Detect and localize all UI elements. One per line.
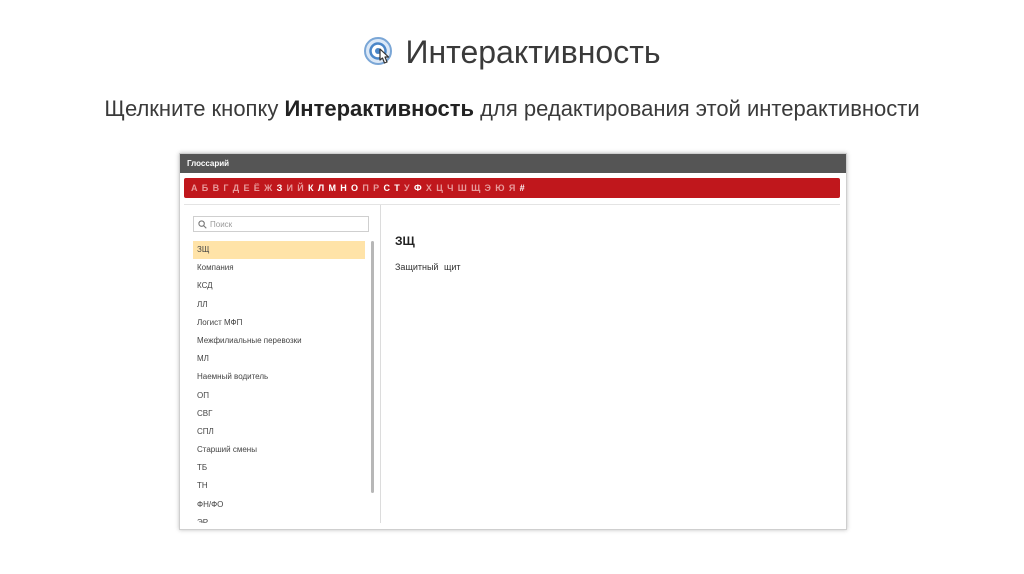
alphabet-letter: Й [297, 183, 304, 193]
term-list-item[interactable]: Старший смены [193, 441, 365, 459]
definition-pane: ЗЩ Защитный щит [381, 205, 840, 523]
term-list-item[interactable]: Компания [193, 259, 365, 277]
alphabet-letter: Ц [436, 183, 443, 193]
touch-interaction-icon [364, 36, 393, 65]
instruction-text: Щелкните кнопку Интерактивность для реда… [0, 96, 1024, 122]
alphabet-letter: Е [243, 183, 250, 193]
term-list-item[interactable]: ЭР [193, 514, 365, 523]
search-icon [198, 219, 207, 229]
instruction-after: для редактирования этой интерактивности [474, 96, 920, 121]
slide-title-text: Интерактивность [405, 34, 661, 70]
term-list-item[interactable]: КСД [193, 277, 365, 295]
term-list-item[interactable]: ТН [193, 477, 365, 495]
alphabet-letter[interactable]: Ф [414, 183, 422, 193]
definition-term: ЗЩ [395, 234, 415, 248]
term-list-item[interactable]: СВГ [193, 405, 365, 423]
alphabet-letter: А [191, 183, 198, 193]
term-list-scrollbar[interactable] [371, 241, 374, 493]
term-list-item[interactable]: СПЛ [193, 423, 365, 441]
alphabet-letter: Б [201, 183, 209, 193]
alphabet-letter[interactable]: Т [394, 183, 400, 193]
alphabet-letter: В [212, 183, 220, 193]
alphabet-letter[interactable]: М [328, 183, 336, 193]
instruction-before: Щелкните кнопку [104, 96, 285, 121]
glossary-body: ЗЩКомпанияКСДЛЛЛогист МФПМежфилиальные п… [184, 204, 840, 523]
term-list-item[interactable]: ТБ [193, 459, 365, 477]
alphabet-letter: Д [232, 183, 240, 193]
term-list-item[interactable]: ФН/ФО [193, 496, 365, 514]
alphabet-letter: Ч [447, 183, 454, 193]
search-box[interactable] [193, 216, 369, 232]
alphabet-letter: Щ [471, 183, 481, 193]
alphabet-letter[interactable]: К [308, 183, 314, 193]
alphabet-letter: И [286, 183, 293, 193]
alphabet-letter[interactable]: # [520, 183, 525, 193]
alphabet-letter: Р [373, 183, 380, 193]
term-list-item[interactable]: Наемный водитель [193, 368, 365, 386]
alphabet-letter[interactable]: Л [318, 183, 324, 193]
alphabet-letter: Ю [495, 183, 505, 193]
term-list-item[interactable]: Логист МФП [193, 314, 365, 332]
term-list-item[interactable]: ЗЩ [193, 241, 365, 260]
definition-text: Защитный щит [395, 262, 461, 272]
alphabet-letter: У [404, 183, 410, 193]
alphabet-letter[interactable]: Н [340, 183, 347, 193]
term-list-item[interactable]: ОП [193, 387, 365, 405]
term-list-item[interactable]: ЛЛ [193, 296, 365, 314]
slide-title: Интерактивность [0, 34, 1024, 71]
search-input[interactable] [210, 219, 360, 229]
alphabet-letter: Э [484, 183, 491, 193]
alphabet-letter: Ё [253, 183, 260, 193]
alphabet-letter: Х [425, 183, 432, 193]
alphabet-letter: Ж [264, 183, 273, 193]
instruction-bold: Интерактивность [284, 96, 475, 121]
alphabet-letter[interactable]: З [277, 183, 283, 193]
term-list-item[interactable]: Межфилиальные перевозки [193, 332, 365, 350]
terms-pane: ЗЩКомпанияКСДЛЛЛогист МФПМежфилиальные п… [184, 205, 381, 523]
term-list-item[interactable]: МЛ [193, 350, 365, 368]
alphabet-letter: Ш [457, 183, 467, 193]
glossary-header: Глоссарий [180, 154, 846, 173]
alphabet-bar: А Б В Г Д Е Ё Ж З И Й К Л М Н О П Р С Т У Ф Х Ц Ч Ш Щ Э Ю Я # [184, 178, 840, 198]
alphabet-letter[interactable]: С [383, 183, 390, 193]
glossary-panel: Глоссарий АБВГДЕЁЖЗИЙКЛМНОПРСТУФХЦЧШЩЭЮЯ… [179, 153, 847, 530]
alphabet-letter: П [362, 183, 369, 193]
alphabet-letter: Г [223, 183, 229, 193]
alphabet-letter[interactable]: О [351, 183, 358, 193]
alphabet-letter: Я [508, 183, 516, 193]
term-list: ЗЩ Компания КСД ЛЛ Логист МФП Межфилиальные п… [193, 241, 372, 523]
